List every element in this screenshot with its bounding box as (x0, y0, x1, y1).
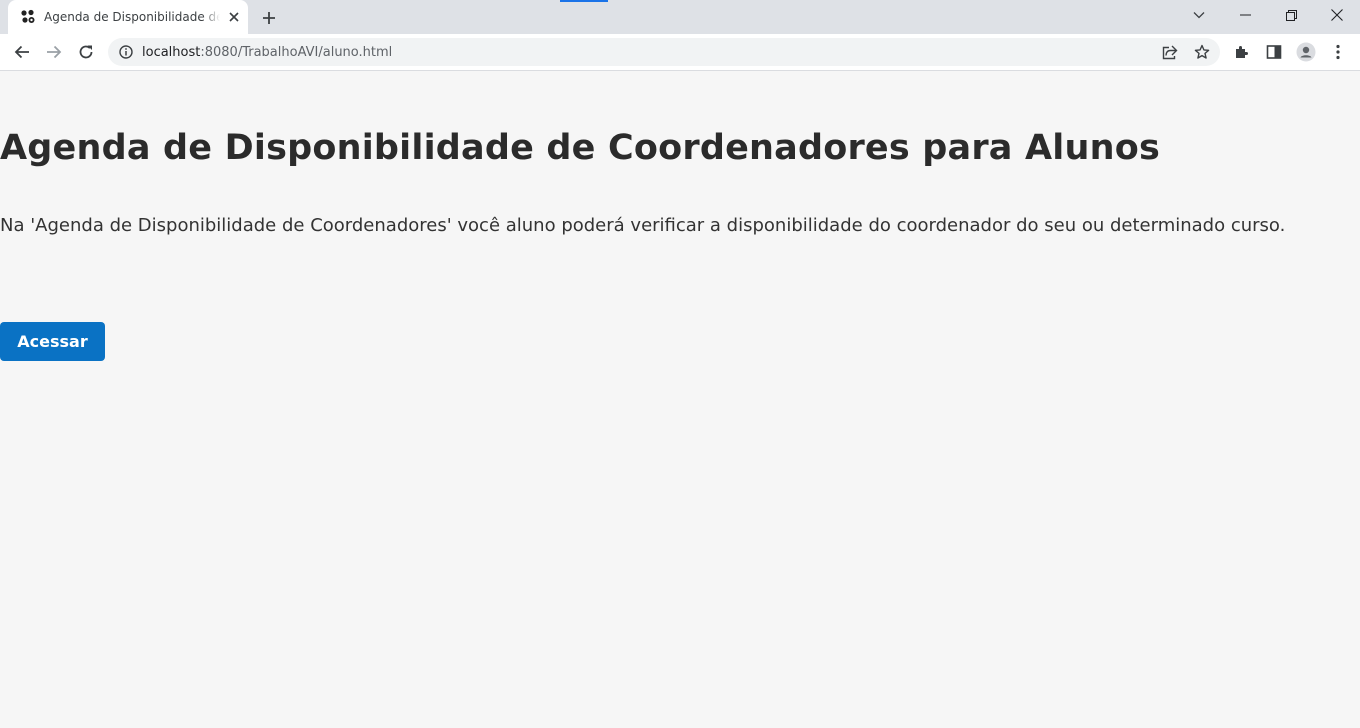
url-path: :8080/TrabalhoAVI/aluno.html (200, 44, 393, 60)
chevron-down-icon[interactable] (1176, 0, 1222, 30)
tab-strip-indicator (560, 0, 608, 2)
url-host: localhost (142, 44, 201, 60)
address-bar[interactable]: localhost:8080/TrabalhoAVI/aluno.html (108, 38, 1220, 66)
favicon-icon (20, 9, 36, 25)
browser-toolbar: localhost:8080/TrabalhoAVI/aluno.html (0, 34, 1360, 71)
url-text: localhost:8080/TrabalhoAVI/aluno.html (142, 45, 392, 60)
extensions-icon[interactable] (1228, 38, 1256, 66)
page-description: Na 'Agenda de Disponibilidade de Coorden… (0, 215, 1286, 236)
restore-icon[interactable] (1268, 0, 1314, 30)
active-tab[interactable]: Agenda de Disponibilidade de Coordenador… (8, 0, 248, 34)
acessar-button[interactable]: Acessar (0, 322, 105, 361)
share-icon[interactable] (1160, 42, 1180, 62)
close-icon[interactable] (226, 9, 242, 25)
info-icon[interactable] (118, 44, 134, 60)
star-icon[interactable] (1192, 42, 1212, 62)
profile-icon[interactable] (1292, 38, 1320, 66)
minimize-icon[interactable] (1222, 0, 1268, 30)
back-arrow-icon[interactable] (8, 38, 36, 66)
forward-arrow-icon[interactable] (40, 38, 68, 66)
menu-icon[interactable] (1324, 38, 1352, 66)
page-title: Agenda de Disponibilidade de Coordenador… (0, 128, 1161, 168)
tab-strip: Agenda de Disponibilidade de Coordenador… (0, 0, 1360, 34)
side-panel-icon[interactable] (1260, 38, 1288, 66)
window-close-icon[interactable] (1314, 0, 1360, 30)
plus-icon[interactable] (258, 7, 280, 29)
tab-title: Agenda de Disponibilidade de Coordenador… (44, 10, 220, 24)
reload-icon[interactable] (72, 38, 100, 66)
